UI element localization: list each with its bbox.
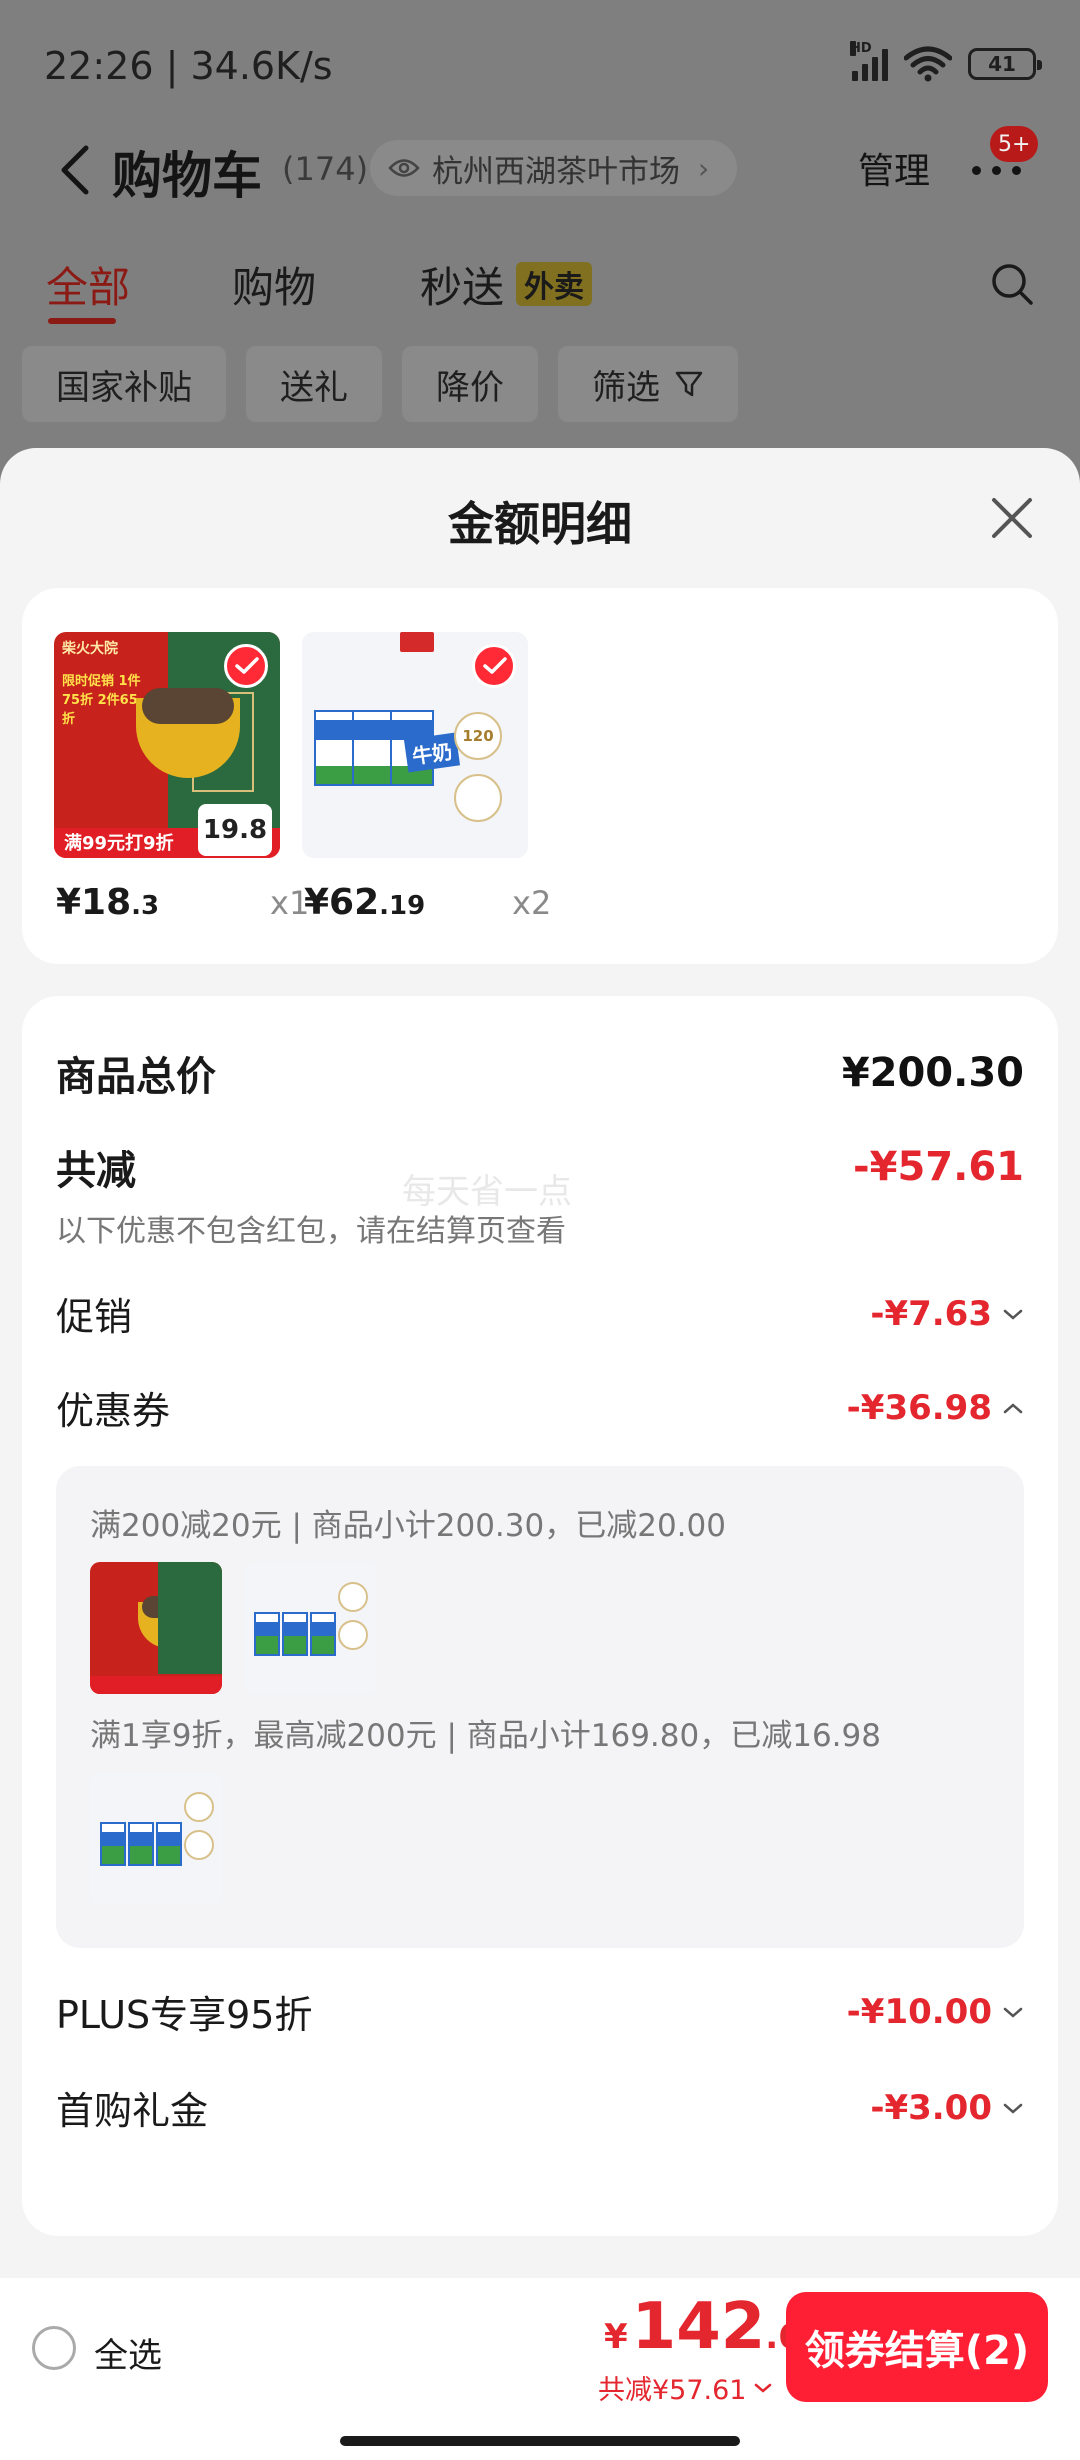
chip-national-subsidy[interactable]: 国家补贴	[22, 346, 226, 422]
coupon-thumb-milk	[244, 1562, 376, 1694]
status-time: 22:26 | 34.6K/s	[44, 44, 333, 88]
wifi-icon	[904, 46, 952, 82]
search-icon[interactable]	[990, 262, 1034, 306]
discount-total-value: -¥57.61	[853, 1144, 1024, 1190]
image-seal: 120	[454, 712, 502, 760]
status-bar: 22:26 | 34.6K/s HD 41	[0, 0, 1080, 130]
chip-price-drop[interactable]: 降价	[402, 346, 538, 422]
select-all-radio[interactable]	[32, 2326, 76, 2370]
chevron-up-icon	[1003, 1402, 1023, 1413]
image-brand-text: 柴火大院	[62, 641, 118, 657]
tab-shopping[interactable]: 购物	[232, 254, 316, 315]
tab-all[interactable]: 全部	[46, 254, 130, 315]
plus-discount-value: -¥10.00	[846, 1991, 992, 2032]
close-icon[interactable]	[988, 494, 1036, 542]
coupon-row[interactable]: 优惠券 -¥36.98	[56, 1380, 1024, 1435]
home-indicator	[340, 2436, 740, 2446]
selected-check-icon	[224, 644, 268, 688]
product-item[interactable]: 柴火大院 限时促销 1件75折 2件65折 满99元打9折 19.8 ¥18.3…	[54, 632, 309, 923]
battery-icon: 41	[968, 48, 1042, 80]
total-price-row: 商品总价 ¥200.30	[56, 1044, 1024, 1102]
promotion-row[interactable]: 促销 -¥7.63	[56, 1286, 1024, 1341]
manage-button[interactable]: 管理	[858, 142, 930, 194]
coupon-value: -¥36.98	[846, 1387, 992, 1428]
filter-icon	[675, 371, 703, 397]
product-quantity: x2	[512, 884, 552, 922]
checkout-bar: 全选 ¥ 142 .69 共减¥57.61 领券结算(2)	[0, 2278, 1080, 2460]
product-item[interactable]: 牛奶 120 ¥62.19 x2	[302, 632, 551, 923]
location-label: 杭州西湖茶叶市场	[432, 153, 680, 190]
chip-filter-label: 筛选	[592, 367, 660, 408]
checkout-button[interactable]: 领券结算(2)	[786, 2292, 1048, 2402]
chip-filter[interactable]: 筛选	[558, 346, 738, 422]
first-purchase-label: 首购礼金	[56, 2089, 209, 2133]
sheet-title: 金额明细	[448, 497, 632, 551]
chevron-down-icon	[1003, 2103, 1023, 2114]
image-milk-label: 牛奶	[403, 732, 461, 773]
message-badge: 5+	[990, 126, 1039, 162]
back-arrow-icon[interactable]	[56, 142, 96, 198]
status-icons: HD 41	[850, 41, 1042, 82]
selected-check-icon	[472, 644, 516, 688]
chevron-down-icon	[1003, 1309, 1023, 1320]
plus-discount-row[interactable]: PLUS专享95折 -¥10.00	[56, 1984, 1024, 2039]
product-price: ¥62.19	[304, 882, 426, 923]
coupon-thumb-milk-2	[90, 1772, 222, 1904]
select-all-label[interactable]: 全选	[94, 2328, 162, 2377]
promotion-value-group: -¥7.63	[870, 1294, 1024, 1334]
discount-total-row: 共减 -¥57.61	[56, 1138, 1024, 1196]
promotion-label: 促销	[56, 1295, 133, 1339]
discount-note: 以下优惠不包含红包，请在结算页查看	[56, 1214, 566, 1249]
cart-count: (174)	[282, 150, 369, 188]
coupon-detail-box: 满200减20元 | 商品小计200.30，已减20.00 满1享9折，最高减2…	[56, 1466, 1024, 1948]
tab-active-indicator	[48, 318, 116, 324]
image-strip-text: 满99元打9折	[64, 833, 174, 854]
eye-icon	[388, 159, 420, 177]
promotion-value: -¥7.63	[870, 1293, 992, 1334]
plus-discount-label: PLUS专享95折	[56, 1993, 313, 2037]
chevron-down-icon	[755, 2383, 772, 2393]
cart-tabs: 全部 购物 秒送 外卖	[0, 250, 1080, 330]
first-purchase-row[interactable]: 首购礼金 -¥3.00	[56, 2080, 1024, 2135]
cart-navbar: 购物车 (174) 杭州西湖茶叶市场 › 管理	[0, 120, 1080, 220]
coupon-thumb-rice	[90, 1562, 222, 1694]
chevron-down-icon	[1003, 2007, 1023, 2018]
plus-discount-value-group: -¥10.00	[847, 1992, 1024, 2032]
saved-amount-toggle[interactable]: 共减¥57.61	[598, 2368, 772, 2407]
coupon-detail-line-1: 满200减20元 | 商品小计200.30，已减20.00	[90, 1508, 726, 1544]
price-detail-card: 商品总价 ¥200.30 每天省一点 共减 -¥57.61 以下优惠不包含红包，…	[22, 996, 1058, 2236]
coupon-detail-line-2: 满1享9折，最高减200元 | 商品小计169.80，已减16.98	[90, 1718, 881, 1754]
tab-quick-delivery[interactable]: 秒送	[420, 254, 504, 315]
filter-chips: 国家补贴 送礼 降价 筛选	[22, 346, 738, 422]
saved-amount: 共减¥57.61	[598, 2375, 747, 2406]
first-purchase-value: -¥3.00	[870, 2087, 992, 2128]
page-title: 购物车	[112, 147, 262, 205]
coupon-label: 优惠券	[56, 1389, 171, 1433]
discount-total-label: 共减	[56, 1148, 136, 1194]
first-purchase-value-group: -¥3.00	[870, 2088, 1024, 2128]
cart-page-background: 22:26 | 34.6K/s HD 41 购物车 (174) 杭州西湖茶叶市场…	[0, 0, 1080, 470]
signal-icon: HD	[850, 41, 888, 81]
amount-detail-sheet: 金额明细 柴火大院 限时促销 1件75折 2件65折 满99元打9折 19.8 …	[0, 448, 1080, 2460]
product-image-rice[interactable]: 柴火大院 限时促销 1件75折 2件65折 满99元打9折 19.8	[54, 632, 280, 858]
location-selector[interactable]: 杭州西湖茶叶市场 ›	[370, 140, 738, 196]
total-price-label: 商品总价	[56, 1054, 216, 1100]
image-promo-text: 限时促销 1件75折 2件65折	[62, 674, 141, 727]
takeout-tag: 外卖	[516, 262, 592, 306]
coupon-value-group: -¥36.98	[847, 1388, 1024, 1428]
product-image-milk[interactable]: 牛奶 120	[302, 632, 528, 858]
total-price-value: ¥200.30	[841, 1050, 1024, 1096]
chip-gift[interactable]: 送礼	[246, 346, 382, 422]
chevron-right-icon: ›	[698, 151, 710, 185]
selected-products-card: 柴火大院 限时促销 1件75折 2件65折 满99元打9折 19.8 ¥18.3…	[22, 588, 1058, 964]
image-price-tag: 19.8	[198, 804, 272, 856]
product-price: ¥18.3	[56, 882, 160, 923]
